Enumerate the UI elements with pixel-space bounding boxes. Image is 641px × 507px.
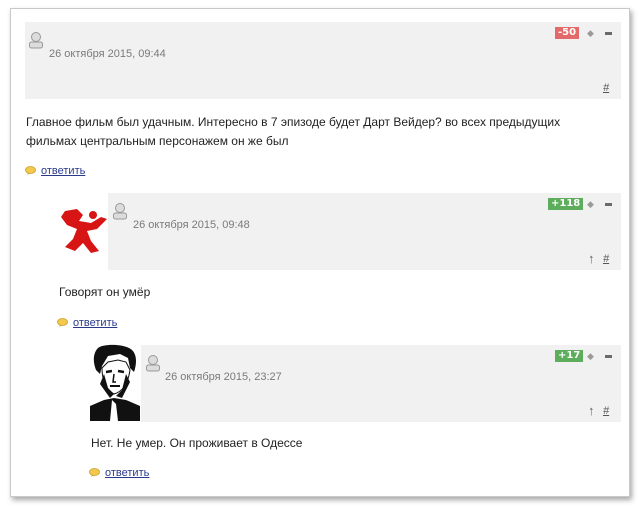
- comment-header: [108, 193, 621, 270]
- rating-badge: +17: [555, 350, 584, 362]
- user-icon: [113, 203, 127, 220]
- comment-date: 26 октября 2015, 09:48: [133, 219, 250, 231]
- user-icon: [29, 32, 43, 49]
- reply-button[interactable]: ответить: [73, 317, 117, 329]
- comment-date: 26 октября 2015, 09:44: [49, 48, 166, 60]
- comment-text: Главное фильм был удачным. Интересно в 7…: [26, 113, 626, 151]
- comment-permalink[interactable]: #: [603, 82, 609, 94]
- reply-button[interactable]: ответить: [41, 165, 85, 177]
- comment-text: Нет. Не умер. Он проживает в Одессе: [91, 436, 303, 450]
- comment-permalink[interactable]: #: [603, 253, 609, 265]
- speech-bubble-icon: [57, 318, 68, 327]
- avatar: [61, 209, 107, 253]
- rating-badge: -50: [555, 27, 580, 39]
- vote-icon[interactable]: ◆: [587, 199, 594, 209]
- minus-icon[interactable]: [605, 203, 612, 206]
- parent-link[interactable]: ↑: [588, 404, 595, 417]
- comment-text-line: фильмах центральным персонажем он же был: [26, 134, 289, 148]
- comment-header: [141, 345, 621, 422]
- speech-bubble-icon: [25, 166, 36, 175]
- rating-badge: +118: [548, 198, 584, 210]
- minus-icon[interactable]: [605, 355, 612, 358]
- speech-bubble-icon: [89, 468, 100, 477]
- vote-icon[interactable]: ◆: [587, 28, 594, 38]
- comments-thread: 26 октября 2015, 09:44 -50 ◆ # Главное ф…: [10, 8, 630, 497]
- minus-icon[interactable]: [605, 32, 612, 35]
- comment-text-line: Главное фильм был удачным. Интересно в 7…: [26, 115, 561, 129]
- comment-header: [25, 22, 621, 99]
- comment-text: Говорят он умёр: [59, 285, 151, 299]
- comment-date: 26 октября 2015, 23:27: [165, 371, 282, 383]
- reply-button[interactable]: ответить: [105, 467, 149, 479]
- user-icon: [146, 355, 160, 372]
- parent-link[interactable]: ↑: [588, 252, 595, 265]
- comment-permalink[interactable]: #: [603, 405, 609, 417]
- avatar: [90, 344, 140, 421]
- vote-icon[interactable]: ◆: [587, 351, 594, 361]
